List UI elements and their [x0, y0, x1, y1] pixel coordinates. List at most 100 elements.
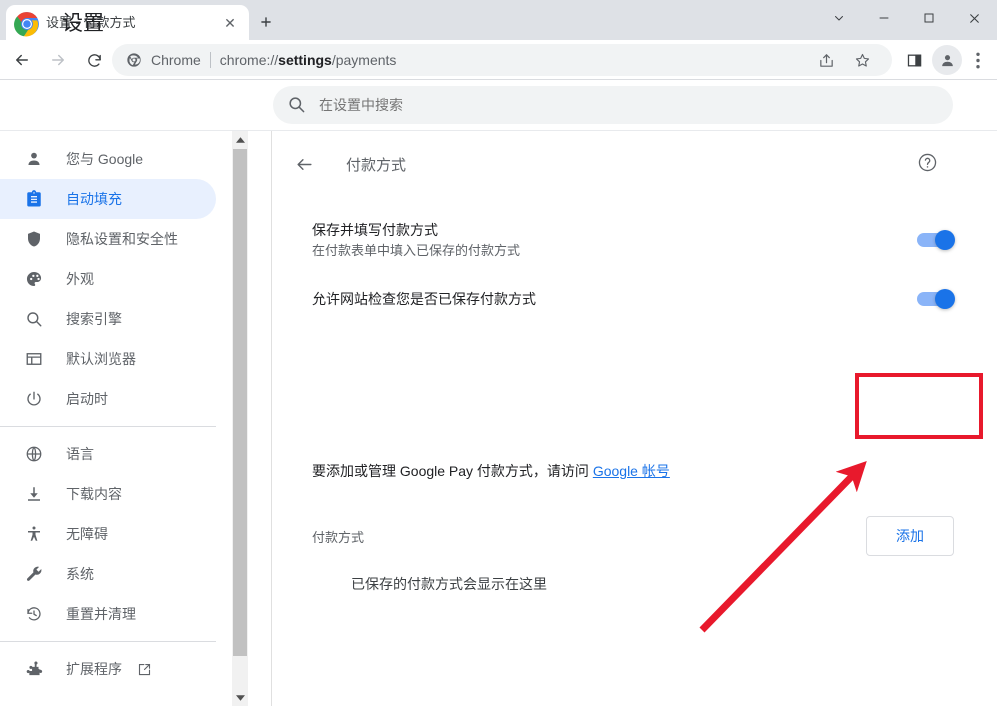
external-link-icon[interactable] — [136, 661, 152, 677]
sidebar-item-appearance[interactable]: 外观 — [0, 259, 216, 299]
help-circle-icon[interactable] — [917, 152, 939, 174]
add-payment-method-button[interactable]: 添加 — [866, 516, 954, 556]
new-tab-button[interactable] — [252, 8, 280, 36]
sidebar-item-label: 外观 — [66, 271, 94, 287]
chrome-logo-icon — [126, 52, 142, 68]
row-subtitle: 在付款表单中填入已保存的付款方式 — [312, 242, 521, 258]
minimize-icon[interactable] — [861, 0, 906, 36]
omnibox-chrome-label: Chrome — [151, 52, 201, 68]
scrollbar-up-arrow-icon[interactable] — [232, 131, 248, 148]
scrollbar-thumb[interactable] — [233, 149, 247, 656]
payment-methods-pane: 付款方式 保存并填写付款方式 在付款表单中填入已保存的付款方式 允许网站检查您是… — [272, 131, 997, 706]
toggle-knob — [935, 230, 955, 250]
history-restore-icon — [24, 604, 44, 624]
settings-content-area: 您与 Google 自动填充 隐私设置和安全性 外观 搜索引擎 默认浏览器 启动… — [0, 130, 997, 706]
maximize-icon[interactable] — [906, 0, 951, 36]
search-input[interactable] — [319, 97, 879, 113]
sidebar-item-default-browser[interactable]: 默认浏览器 — [0, 339, 216, 379]
sidebar-item-label: 语言 — [66, 446, 94, 462]
sidebar-item-label: 搜索引擎 — [66, 311, 122, 327]
url-prefix: chrome:// — [219, 52, 279, 68]
sidebar-item-label: 重置并清理 — [66, 606, 136, 622]
download-icon — [24, 484, 44, 504]
sidebar-item-label: 系统 — [66, 566, 94, 582]
sidebar-item-label: 扩展程序 — [66, 661, 122, 677]
setting-row-allow-sites-check[interactable]: 允许网站检查您是否已保存付款方式 — [272, 281, 997, 317]
palette-icon — [24, 269, 44, 289]
search-icon — [24, 309, 44, 329]
sidebar-item-search-engine[interactable]: 搜索引擎 — [0, 299, 216, 339]
page-title: 设置 — [62, 12, 104, 35]
url-path: /payments — [331, 52, 397, 68]
search-settings-box[interactable] — [273, 86, 953, 124]
person-icon — [24, 149, 44, 169]
window-controls — [816, 0, 997, 36]
google-pay-note-text: 要添加或管理 Google Pay 付款方式，请访问 — [312, 463, 593, 479]
sidebar-divider — [0, 426, 216, 427]
share-icon[interactable] — [812, 46, 840, 74]
puzzle-piece-icon — [24, 659, 44, 679]
chrome-logo-icon — [14, 11, 40, 37]
browser-window-icon — [24, 349, 44, 369]
sidebar-item-you-and-google[interactable]: 您与 Google — [0, 139, 216, 179]
sidebar-item-downloads[interactable]: 下载内容 — [0, 474, 216, 514]
wrench-icon — [24, 564, 44, 584]
setting-row-save-and-fill[interactable]: 保存并填写付款方式 在付款表单中填入已保存的付款方式 — [272, 217, 997, 263]
sidebar-item-extensions[interactable]: 扩展程序 — [0, 649, 216, 689]
pane-header: 付款方式 — [272, 149, 997, 179]
row-text-block: 允许网站检查您是否已保存付款方式 — [312, 289, 536, 309]
settings-sidebar: 您与 Google 自动填充 隐私设置和安全性 外观 搜索引擎 默认浏览器 启动… — [0, 131, 232, 706]
back-button[interactable] — [8, 46, 36, 74]
row-text-block: 保存并填写付款方式 在付款表单中填入已保存的付款方式 — [312, 220, 520, 261]
profile-avatar[interactable] — [932, 45, 962, 75]
sidebar-item-label: 无障碍 — [66, 526, 108, 542]
toggle-allow-sites-check[interactable] — [917, 289, 955, 309]
sidebar-item-languages[interactable]: 语言 — [0, 434, 216, 474]
sidebar-item-accessibility[interactable]: 无障碍 — [0, 514, 216, 554]
row-title: 保存并填写付款方式 — [312, 221, 438, 238]
star-icon[interactable] — [848, 46, 876, 74]
sidebar-item-label: 隐私设置和安全性 — [66, 231, 178, 247]
close-tab-icon[interactable]: ✕ — [220, 13, 240, 33]
search-icon — [287, 95, 307, 115]
toggle-save-and-fill[interactable] — [917, 230, 955, 250]
sidebar-item-label: 自动填充 — [66, 191, 122, 207]
scrollbar-down-arrow-icon[interactable] — [232, 689, 248, 706]
globe-icon — [24, 444, 44, 464]
sidebar-scrollbar[interactable] — [232, 131, 248, 706]
power-icon — [24, 389, 44, 409]
reload-button[interactable] — [80, 46, 108, 74]
google-account-link[interactable]: Google 帐号 — [593, 463, 670, 479]
browser-tab[interactable]: 设置 - 付款方式 ✕ — [6, 5, 249, 40]
accessibility-icon — [24, 524, 44, 544]
pane-title: 付款方式 — [346, 156, 407, 174]
sidebar-item-autofill[interactable]: 自动填充 — [0, 179, 216, 219]
omnibox-separator — [209, 52, 211, 68]
three-dot-menu-icon[interactable] — [964, 46, 992, 74]
address-bar[interactable]: Chrome chrome://settings/payments — [112, 44, 892, 76]
shield-icon — [24, 229, 44, 249]
browser-tabstrip: 设置 - 付款方式 ✕ — [0, 0, 997, 40]
sidebar-item-label: 启动时 — [66, 391, 108, 407]
row-title: 允许网站检查您是否已保存付款方式 — [312, 291, 536, 307]
sidebar-divider — [0, 641, 216, 642]
google-pay-note: 要添加或管理 Google Pay 付款方式，请访问 Google 帐号 — [312, 461, 670, 481]
section-label-payment-methods: 付款方式 — [312, 530, 365, 545]
list-all-tabs-icon[interactable] — [816, 0, 861, 36]
sidebar-item-reset-cleanup[interactable]: 重置并清理 — [0, 594, 216, 634]
empty-state-note: 已保存的付款方式会显示在这里 — [351, 576, 547, 592]
clipboard-icon — [24, 189, 44, 209]
omnibox-url: chrome://settings/payments — [220, 52, 397, 68]
side-panel-icon[interactable] — [900, 46, 928, 74]
sidebar-item-privacy-security[interactable]: 隐私设置和安全性 — [0, 219, 216, 259]
sidebar-item-label: 下载内容 — [66, 486, 122, 502]
sidebar-item-label: 默认浏览器 — [66, 351, 136, 367]
sidebar-item-on-startup[interactable]: 启动时 — [0, 379, 216, 419]
url-host: settings — [278, 52, 332, 68]
back-arrow-icon[interactable] — [292, 152, 316, 176]
sidebar-item-label: 您与 Google — [66, 151, 144, 167]
sidebar-item-system[interactable]: 系统 — [0, 554, 216, 594]
close-window-icon[interactable] — [951, 0, 997, 36]
forward-button[interactable] — [44, 46, 72, 74]
toggle-knob — [935, 289, 955, 309]
